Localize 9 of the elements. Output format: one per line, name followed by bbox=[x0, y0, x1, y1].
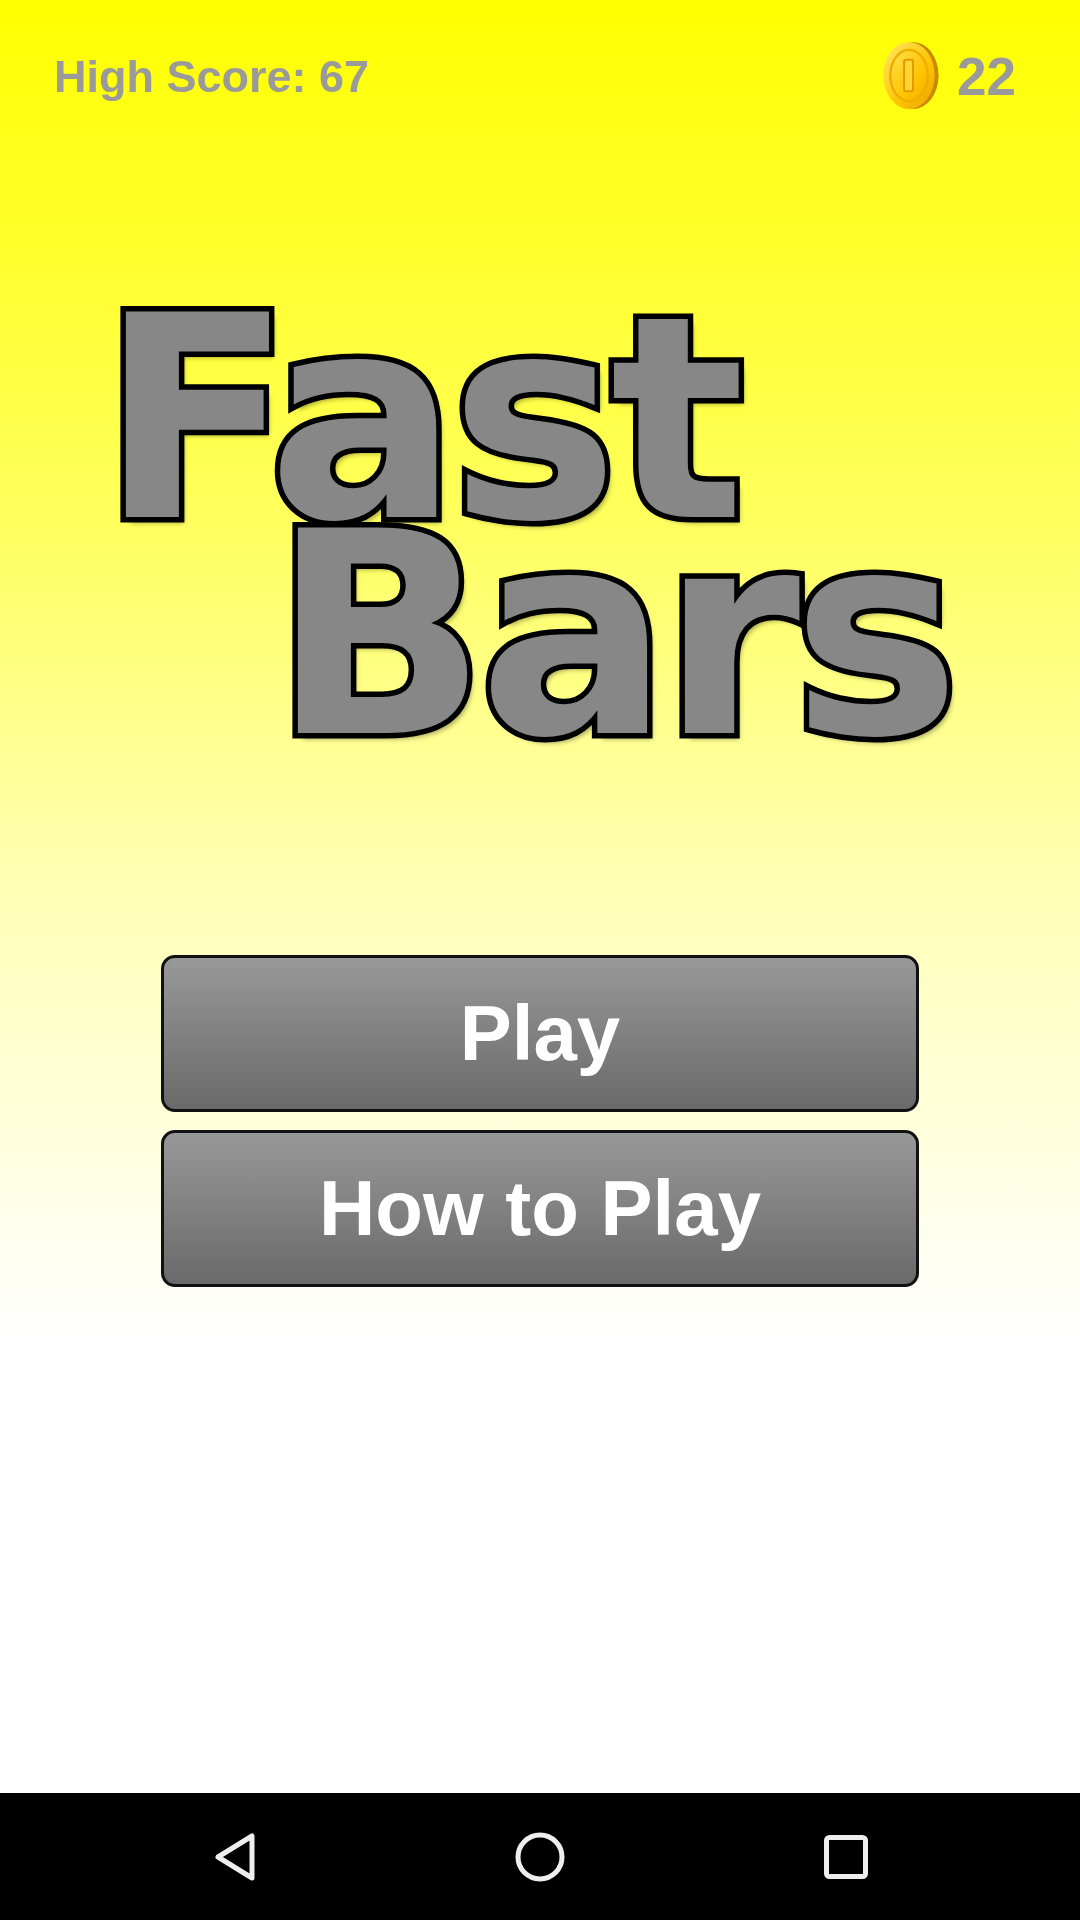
back-icon[interactable] bbox=[214, 1831, 256, 1882]
title-word: Bars bbox=[272, 528, 953, 744]
menu-button[interactable]: Play bbox=[161, 955, 919, 1112]
menu-button[interactable]: How to Play bbox=[161, 1130, 919, 1287]
home-icon[interactable] bbox=[515, 1831, 565, 1882]
high-score-text: High Score: 67 bbox=[54, 50, 370, 103]
coin-icon bbox=[881, 41, 940, 112]
recents-icon[interactable] bbox=[824, 1834, 868, 1879]
coin-count: 22 bbox=[957, 46, 1016, 107]
